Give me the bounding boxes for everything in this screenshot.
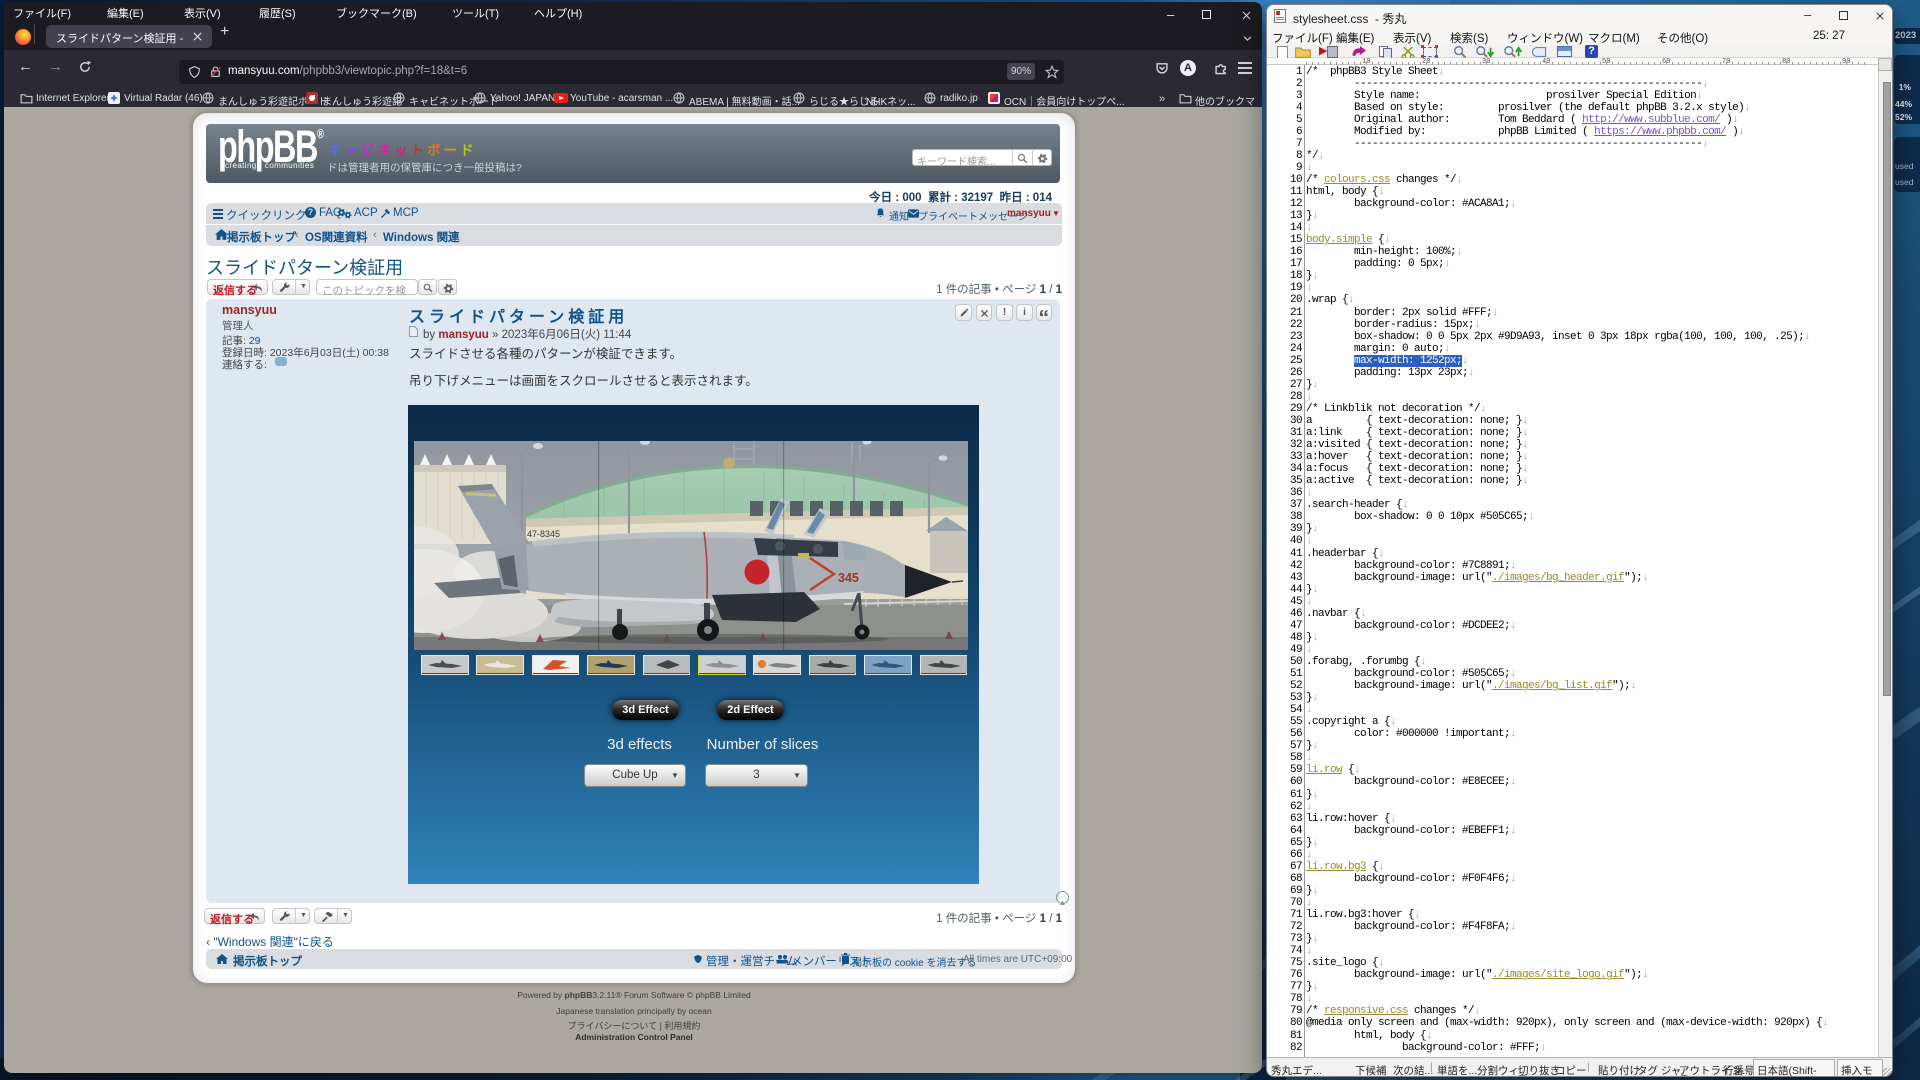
svg-text:345: 345 bbox=[838, 571, 859, 585]
svg-text:47-8345: 47-8345 bbox=[527, 529, 560, 539]
